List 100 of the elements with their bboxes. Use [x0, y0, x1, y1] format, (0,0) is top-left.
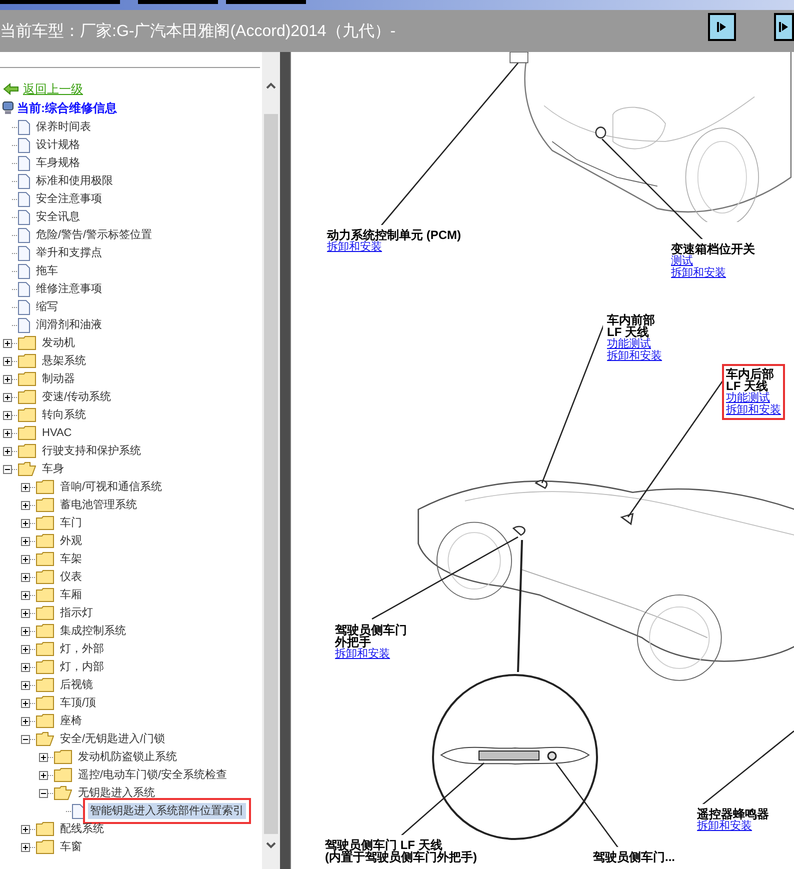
tree-item[interactable]: 标准和使用极限 [34, 172, 115, 190]
expand-toggle[interactable] [21, 698, 30, 708]
part-label: 遥控器蜂鸣器 [697, 808, 769, 820]
tree-item[interactable]: 拖车 [34, 262, 60, 280]
tree-item[interactable]: 无钥匙进入系统 [76, 784, 157, 802]
folder-icon [36, 606, 54, 620]
tree-item[interactable]: 车身 [40, 460, 66, 478]
tree-item[interactable]: 配线系统 [58, 820, 106, 838]
expand-toggle[interactable] [3, 338, 12, 348]
tree-item[interactable]: 智能钥匙进入系统部件位置索引 [88, 802, 246, 820]
tree-item[interactable]: 集成控制系统 [58, 622, 128, 640]
expand-toggle[interactable] [21, 536, 30, 546]
tree-item[interactable]: HVAC [40, 424, 74, 442]
folder-icon [36, 480, 54, 494]
tree-item[interactable]: 灯，内部 [58, 658, 106, 676]
expand-toggle[interactable] [21, 626, 30, 636]
expand-toggle[interactable] [3, 392, 12, 402]
expand-toggle[interactable] [3, 374, 12, 384]
tree-item[interactable]: 安全注意事项 [34, 190, 104, 208]
tree-item[interactable]: 发动机防盗锁止系统 [76, 748, 179, 766]
scrollbar[interactable] [262, 52, 280, 869]
expand-toggle[interactable] [21, 572, 30, 582]
tree-item[interactable]: 润滑剂和油液 [34, 316, 104, 334]
procedure-link[interactable]: 拆卸和安装 [697, 820, 752, 832]
tree-item[interactable]: 车顶/顶 [58, 694, 98, 712]
tree-item[interactable]: 车身规格 [34, 154, 82, 172]
tree-item[interactable]: 蓄电池管理系统 [58, 496, 139, 514]
scrollbar-thumb[interactable] [264, 114, 278, 834]
document-icon [18, 300, 30, 314]
tree-item[interactable]: 行驶支持和保护系统 [40, 442, 143, 460]
expand-toggle[interactable] [3, 410, 12, 420]
document-icon [18, 318, 30, 332]
tree-item[interactable]: 安全讯息 [34, 208, 82, 226]
procedure-link[interactable]: 拆卸和安装 [671, 267, 726, 279]
procedure-link[interactable]: 拆卸和安装 [335, 648, 390, 660]
tree-item[interactable]: 保养时间表 [34, 118, 93, 136]
tree-item[interactable]: 举升和支撑点 [34, 244, 104, 262]
tree-item[interactable]: 座椅 [58, 712, 84, 730]
tree-item[interactable]: 设计规格 [34, 136, 82, 154]
tree-item[interactable]: 后视镜 [58, 676, 95, 694]
expand-toggle[interactable] [39, 752, 48, 762]
part-label: 驾驶员侧车门 [335, 624, 407, 636]
procedure-link[interactable]: 测试 [671, 255, 693, 267]
last-page-button[interactable] [774, 13, 794, 41]
tree-item[interactable]: 遥控/电动车门锁/安全系统检查 [76, 766, 230, 784]
tree-item[interactable]: 悬架系统 [40, 352, 88, 370]
tree-item[interactable]: 安全/无钥匙进入/门锁 [58, 730, 168, 748]
tree-item[interactable]: 变速/传动系统 [40, 388, 114, 406]
tree-item[interactable]: 车门 [58, 514, 84, 532]
scroll-up-icon[interactable] [266, 82, 276, 89]
tree-item[interactable]: 车厢 [58, 586, 84, 604]
tree-item[interactable]: 车架 [58, 550, 84, 568]
folder-icon [36, 498, 54, 512]
part-label: 外把手 [335, 636, 371, 648]
folder-icon [54, 750, 72, 764]
next-page-button[interactable] [708, 13, 736, 41]
procedure-link[interactable]: 拆卸和安装 [726, 404, 781, 416]
expand-toggle[interactable] [21, 842, 30, 852]
expand-toggle[interactable] [3, 428, 12, 438]
expand-toggle[interactable] [21, 680, 30, 690]
expand-toggle[interactable] [21, 662, 30, 672]
document-icon [18, 264, 30, 278]
expand-toggle[interactable] [21, 500, 30, 510]
expand-toggle[interactable] [21, 824, 30, 834]
part-label: LF 天线 [607, 326, 649, 338]
expand-toggle[interactable] [21, 554, 30, 564]
expand-toggle[interactable] [21, 644, 30, 654]
expand-toggle[interactable] [21, 590, 30, 600]
tree-item[interactable]: 音响/可视和通信系统 [58, 478, 164, 496]
tree-item[interactable]: 指示灯 [58, 604, 95, 622]
expand-toggle[interactable] [21, 482, 30, 492]
procedure-link[interactable]: 拆卸和安装 [607, 350, 662, 362]
part-label: 变速箱档位开关 [671, 243, 755, 255]
scroll-down-icon[interactable] [266, 842, 276, 849]
tree-item[interactable]: 制动器 [40, 370, 77, 388]
expand-toggle[interactable] [21, 716, 30, 726]
tree-item[interactable]: 灯，外部 [58, 640, 106, 658]
tree-item[interactable]: 外观 [58, 532, 84, 550]
tree-item[interactable]: 发动机 [40, 334, 77, 352]
tree-item[interactable]: 车窗 [58, 838, 84, 856]
procedure-link[interactable]: 功能测试 [607, 338, 651, 350]
expand-toggle[interactable] [3, 446, 12, 456]
expand-toggle[interactable] [39, 770, 48, 780]
tree-item[interactable]: 危险/警告/警示标签位置 [34, 226, 154, 244]
tree-item[interactable]: 缩写 [34, 298, 60, 316]
collapse-toggle[interactable] [21, 734, 30, 744]
collapse-toggle[interactable] [3, 464, 12, 474]
part-label: (内置于驾驶员侧车门外把手) [325, 851, 477, 863]
folder-icon [36, 714, 54, 728]
tree-item[interactable]: 仪表 [58, 568, 84, 586]
collapse-toggle[interactable] [39, 788, 48, 798]
procedure-link[interactable]: 功能测试 [726, 392, 770, 404]
document-icon [18, 192, 30, 206]
tree-item[interactable]: 转向系统 [40, 406, 88, 424]
expand-toggle[interactable] [21, 608, 30, 618]
expand-toggle[interactable] [21, 518, 30, 528]
procedure-link[interactable]: 拆卸和安装 [327, 241, 382, 253]
folder-icon [18, 372, 36, 386]
tree-item[interactable]: 维修注意事项 [34, 280, 104, 298]
expand-toggle[interactable] [3, 356, 12, 366]
